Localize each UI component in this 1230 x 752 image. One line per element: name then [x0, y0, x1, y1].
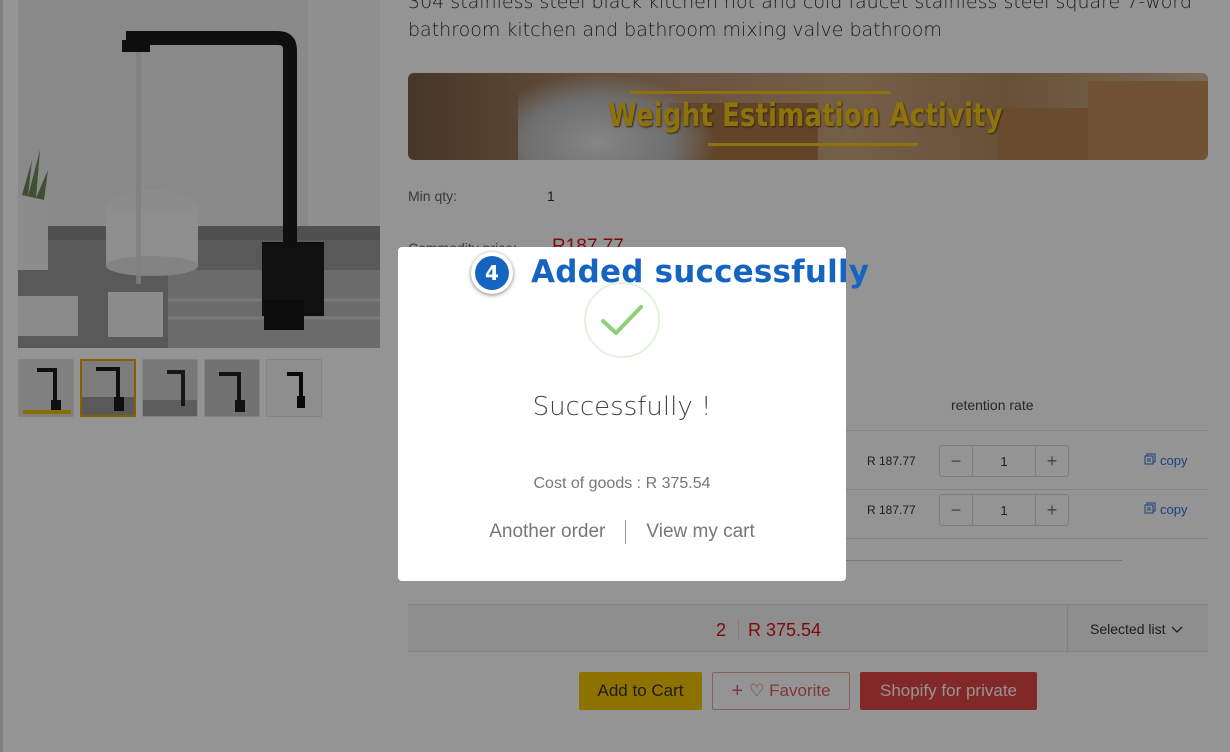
view-cart-link[interactable]: View my cart [626, 521, 774, 543]
success-modal: Successfully ! Cost of goods : R 375.54 … [398, 247, 846, 581]
step-caption: Added successfully [531, 254, 870, 290]
step-number: 4 [475, 256, 509, 290]
modal-actions: Another order View my cart [398, 520, 846, 544]
cost-of-goods: Cost of goods : R 375.54 [533, 475, 711, 492]
success-check-icon [584, 282, 660, 358]
step-number-badge: 4 [471, 252, 513, 294]
modal-title: Successfully ! [532, 392, 712, 422]
another-order-link[interactable]: Another order [469, 521, 625, 543]
